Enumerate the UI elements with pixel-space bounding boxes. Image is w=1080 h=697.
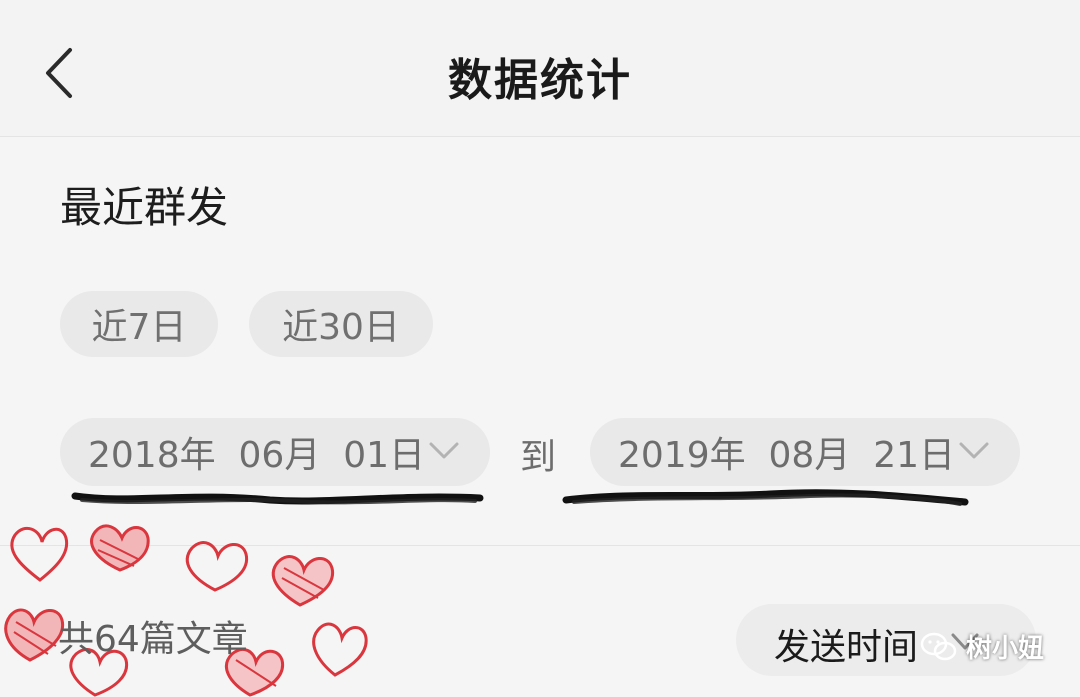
page-title: 数据统计	[448, 55, 632, 106]
top-bar: 数据统计	[0, 0, 1080, 137]
start-date-picker[interactable]: 2018年 06月 01日	[60, 418, 490, 486]
article-count: 共64篇文章	[58, 619, 248, 660]
heart-icon	[312, 622, 368, 677]
heart-icon	[271, 555, 335, 607]
heart-icon	[185, 541, 249, 592]
end-date-value: 2019年 08月 21日	[618, 435, 956, 476]
date-range-separator: 到	[520, 437, 557, 478]
heart-icon	[4, 608, 65, 662]
heart-icon	[90, 524, 150, 572]
decorative-hearts	[4, 524, 368, 697]
section-title: 最近群发	[60, 183, 229, 232]
range-7-days-label: 近7日	[91, 307, 187, 348]
wechat-icon	[920, 632, 957, 660]
sort-label: 发送时间	[774, 627, 919, 668]
start-date-value: 2018年 06月 01日	[88, 435, 426, 476]
watermark: 树小妞	[920, 628, 1044, 665]
watermark-text: 树小妞	[966, 634, 1045, 664]
range-7-days-chip[interactable]: 近7日	[60, 291, 218, 357]
range-30-days-label: 近30日	[282, 307, 400, 348]
heart-icon	[10, 526, 69, 582]
end-date-picker[interactable]: 2019年 08月 21日	[590, 418, 1020, 486]
chevron-down-icon	[959, 442, 989, 459]
section-divider	[0, 545, 1080, 546]
underline-scribble-start	[71, 492, 484, 505]
chevron-down-icon	[429, 442, 459, 459]
underline-scribble-end	[562, 489, 969, 506]
range-30-days-chip[interactable]: 近30日	[249, 291, 433, 357]
